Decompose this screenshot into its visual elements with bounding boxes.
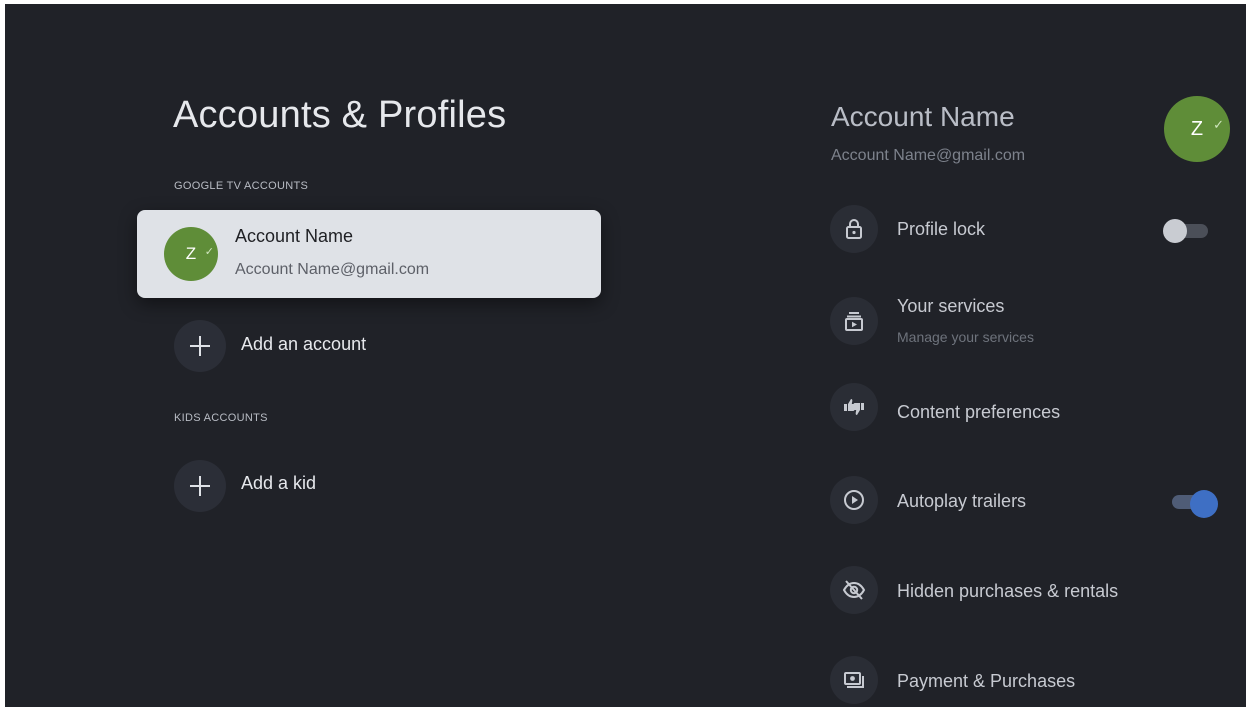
profile-lock-option[interactable]: Profile lock bbox=[829, 204, 1219, 260]
payment-icon bbox=[830, 656, 878, 704]
thumbs-icon bbox=[830, 383, 878, 431]
play-circle-icon bbox=[830, 476, 878, 524]
plus-icon bbox=[174, 320, 226, 372]
your-services-sublabel: Manage your services bbox=[897, 329, 1034, 345]
hidden-purchases-option[interactable]: Hidden purchases & rentals bbox=[829, 564, 1219, 620]
lock-icon bbox=[830, 205, 878, 253]
content-preferences-option[interactable]: Content preferences bbox=[829, 382, 1219, 438]
detail-avatar: Z ✓ bbox=[1164, 96, 1230, 162]
eye-off-icon bbox=[830, 566, 878, 614]
content-preferences-label: Content preferences bbox=[897, 402, 1061, 422]
profile-lock-label: Profile lock bbox=[897, 219, 986, 239]
checkmark-icon: ✓ bbox=[204, 246, 214, 258]
profile-lock-toggle[interactable] bbox=[1162, 217, 1212, 245]
your-services-label: Your services bbox=[897, 296, 1005, 316]
autoplay-trailers-label: Autoplay trailers bbox=[897, 491, 1027, 511]
add-kid-button[interactable]: Add a kid bbox=[174, 458, 434, 514]
detail-account-email: Account Name@gmail.com bbox=[831, 147, 1026, 164]
autoplay-trailers-toggle[interactable] bbox=[1169, 486, 1221, 518]
autoplay-trailers-option[interactable]: Autoplay trailers bbox=[829, 474, 1219, 530]
services-icon bbox=[830, 297, 878, 345]
checkmark-icon: ✓ bbox=[1213, 117, 1224, 132]
kids-accounts-label: KIDS ACCOUNTS bbox=[174, 412, 268, 424]
account-card-selected[interactable]: Z ✓ Account Name Account Name@gmail.com bbox=[137, 210, 601, 298]
google-tv-accounts-label: GOOGLE TV ACCOUNTS bbox=[174, 180, 309, 192]
add-account-label: Add an account bbox=[241, 334, 367, 354]
add-kid-label: Add a kid bbox=[241, 473, 317, 493]
page-title: Accounts & Profiles bbox=[173, 94, 507, 136]
payment-purchases-label: Payment & Purchases bbox=[897, 671, 1076, 691]
payment-purchases-option[interactable]: Payment & Purchases bbox=[829, 654, 1219, 707]
detail-account-name: Account Name bbox=[831, 101, 1015, 132]
your-services-option[interactable]: Your services Manage your services bbox=[829, 294, 1219, 354]
hidden-purchases-label: Hidden purchases & rentals bbox=[897, 581, 1119, 601]
add-account-button[interactable]: Add an account bbox=[174, 318, 434, 374]
avatar: Z ✓ bbox=[164, 227, 218, 281]
accounts-profiles-screen: Accounts & Profiles GOOGLE TV ACCOUNTS Z… bbox=[5, 4, 1246, 707]
account-name: Account Name bbox=[235, 226, 354, 246]
account-email: Account Name@gmail.com bbox=[235, 261, 430, 278]
plus-icon bbox=[174, 460, 226, 512]
